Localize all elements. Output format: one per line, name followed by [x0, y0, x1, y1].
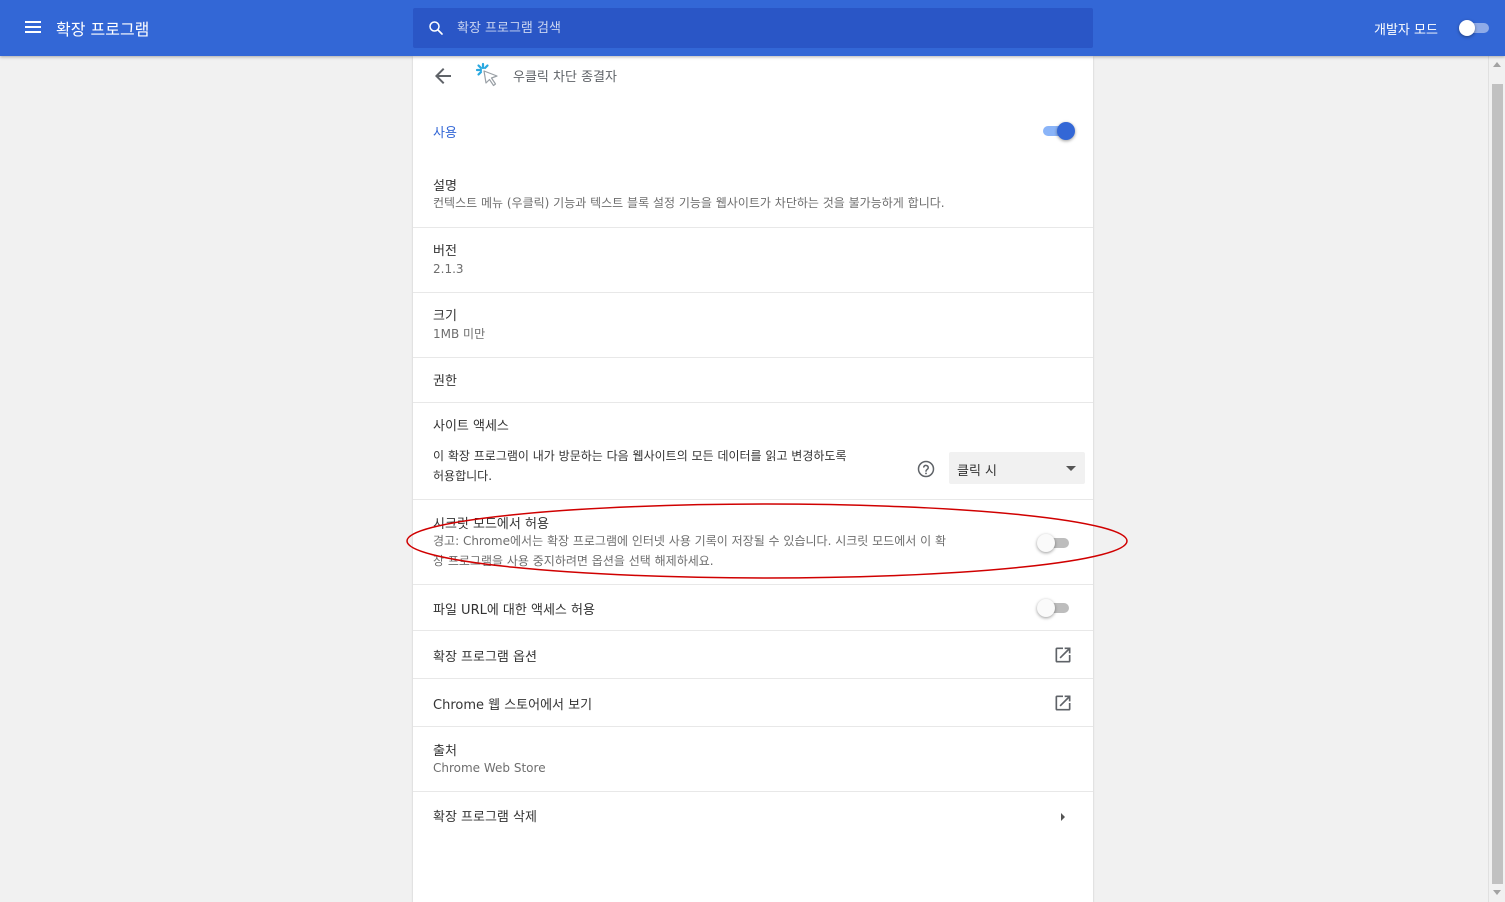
file-url-label: 파일 URL에 대한 액세스 허용: [433, 603, 595, 618]
size-row: 크기 1MB 미만: [413, 292, 1093, 357]
hamburger-icon[interactable]: [23, 18, 45, 38]
scroll-down-arrow-icon[interactable]: [1493, 890, 1501, 895]
incognito-warning-line1: 경고: Chrome에서는 확장 프로그램에 인터넷 사용 기록이 저장될 수 …: [433, 534, 946, 548]
source-row: 출처 Chrome Web Store: [413, 726, 1093, 791]
page-title: 확장 프로그램: [56, 20, 150, 39]
developer-mode-toggle[interactable]: [1459, 20, 1491, 36]
size-value: 1MB 미만: [433, 327, 486, 341]
extension-detail-card: 우클릭 차단 종결자 사용 설명 컨텍스트 메뉴 (우클릭) 기능과 텍스트 블…: [413, 56, 1093, 902]
site-access-label: 사이트 액세스: [433, 419, 509, 434]
size-label: 크기: [433, 309, 457, 324]
top-toolbar: 확장 프로그램 개발자 모드: [0, 0, 1505, 56]
toggle-knob: [1037, 599, 1055, 617]
version-row: 버전 2.1.3: [413, 227, 1093, 292]
scroll-thumb[interactable]: [1492, 84, 1503, 884]
extension-logo-icon: [475, 62, 498, 87]
site-access-row: 사이트 액세스 이 확장 프로그램이 내가 방문하는 다음 웹사이트의 모든 데…: [413, 402, 1093, 499]
remove-extension-row[interactable]: 확장 프로그램 삭제: [413, 791, 1093, 839]
extension-name: 우클릭 차단 종결자: [513, 70, 617, 85]
site-access-select[interactable]: 클릭 시: [949, 452, 1085, 484]
source-label: 출처: [433, 744, 457, 759]
file-url-row: 파일 URL에 대한 액세스 허용: [413, 584, 1093, 630]
file-url-toggle[interactable]: [1037, 599, 1071, 617]
incognito-label: 시크릿 모드에서 허용: [433, 517, 549, 532]
toggle-knob: [1037, 534, 1055, 552]
back-arrow-icon[interactable]: [431, 64, 455, 88]
permissions-row: 권한: [413, 357, 1093, 402]
page-scrollbar[interactable]: [1488, 56, 1505, 902]
developer-mode-label: 개발자 모드: [1374, 23, 1438, 38]
webstore-label: Chrome 웹 스토어에서 보기: [433, 698, 593, 713]
open-in-new-icon[interactable]: [1053, 693, 1073, 713]
enable-label: 사용: [433, 126, 457, 141]
site-access-desc-line1: 이 확장 프로그램이 내가 방문하는 다음 웹사이트의 모든 데이터를 읽고 변…: [433, 449, 847, 463]
scroll-up-arrow-icon[interactable]: [1493, 62, 1501, 67]
site-access-selected-value: 클릭 시: [957, 464, 998, 479]
incognito-row: 시크릿 모드에서 허용 경고: Chrome에서는 확장 프로그램에 인터넷 사…: [413, 499, 1093, 584]
description-value: 컨텍스트 메뉴 (우클릭) 기능과 텍스트 블록 설정 기능을 웹사이트가 차단…: [433, 196, 945, 210]
search-input[interactable]: [457, 8, 1077, 48]
extension-options-row[interactable]: 확장 프로그램 옵션: [413, 630, 1093, 678]
description-label: 설명: [433, 179, 457, 194]
enable-row: 사용: [413, 110, 1093, 160]
webstore-row[interactable]: Chrome 웹 스토어에서 보기: [413, 678, 1093, 726]
toggle-knob: [1057, 122, 1075, 140]
incognito-warning-line2: 장 프로그램을 사용 중지하려면 옵션을 선택 해제하세요.: [433, 554, 714, 568]
toggle-knob: [1459, 20, 1475, 36]
incognito-warning: 경고: Chrome에서는 확장 프로그램에 인터넷 사용 기록이 저장될 수 …: [433, 531, 1023, 571]
incognito-toggle[interactable]: [1037, 534, 1071, 552]
chevron-down-icon: [1066, 466, 1076, 471]
site-access-desc: 이 확장 프로그램이 내가 방문하는 다음 웹사이트의 모든 데이터를 읽고 변…: [433, 446, 913, 486]
enable-toggle[interactable]: [1041, 122, 1075, 140]
open-in-new-icon[interactable]: [1053, 645, 1073, 665]
version-value: 2.1.3: [433, 262, 464, 276]
permissions-label: 권한: [433, 374, 457, 389]
chevron-right-icon: [1061, 813, 1065, 821]
remove-extension-label: 확장 프로그램 삭제: [433, 810, 537, 825]
help-icon[interactable]: [916, 459, 936, 479]
description-row: 설명 컨텍스트 메뉴 (우클릭) 기능과 텍스트 블록 설정 기능을 웹사이트가…: [413, 164, 1093, 227]
site-access-desc-line2: 허용합니다.: [433, 469, 493, 483]
search-box[interactable]: [413, 8, 1093, 48]
source-value: Chrome Web Store: [433, 761, 546, 775]
search-icon: [429, 21, 443, 35]
version-label: 버전: [433, 244, 457, 259]
extension-options-label: 확장 프로그램 옵션: [433, 650, 537, 665]
